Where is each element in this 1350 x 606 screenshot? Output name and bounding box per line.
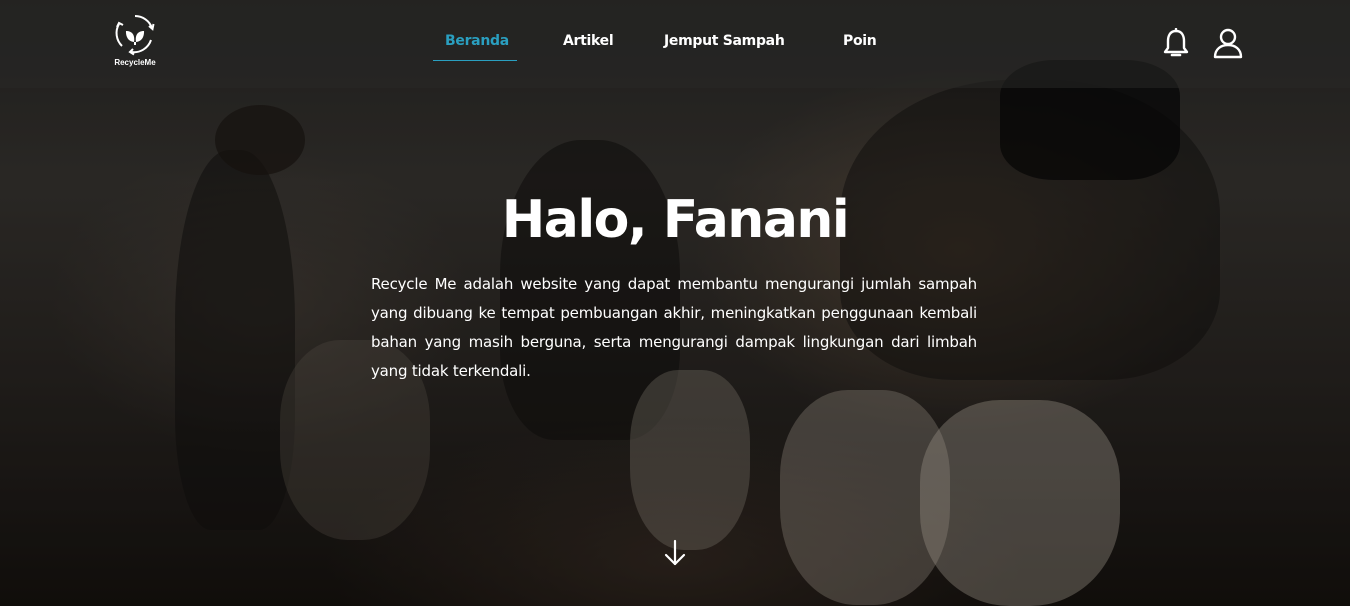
nav-item-poin[interactable]: Poin — [843, 33, 877, 49]
nav-item-artikel[interactable]: Artikel — [563, 33, 614, 49]
hero-description: Recycle Me adalah website yang dapat mem… — [371, 275, 977, 380]
active-nav-indicator — [433, 60, 517, 61]
arrow-down-icon — [664, 539, 686, 566]
nav-item-jemput-sampah[interactable]: Jemput Sampah — [664, 33, 785, 49]
recycle-leaf-icon — [115, 14, 155, 56]
brand-logo[interactable]: RecycleMe — [110, 12, 160, 74]
user-icon — [1213, 28, 1243, 59]
nav-item-beranda[interactable]: Beranda — [445, 33, 509, 49]
brand-name: RecycleMe — [114, 58, 156, 67]
navbar: RecycleMe Beranda Artikel Jemput Sampah … — [0, 0, 1350, 88]
notification-button[interactable] — [1162, 27, 1190, 60]
profile-button[interactable] — [1212, 27, 1244, 59]
hero-section: RecycleMe Beranda Artikel Jemput Sampah … — [0, 0, 1350, 606]
bell-icon — [1163, 27, 1189, 57]
scroll-down-button[interactable] — [663, 539, 687, 567]
page-title: Halo, Fanani — [501, 190, 850, 250]
